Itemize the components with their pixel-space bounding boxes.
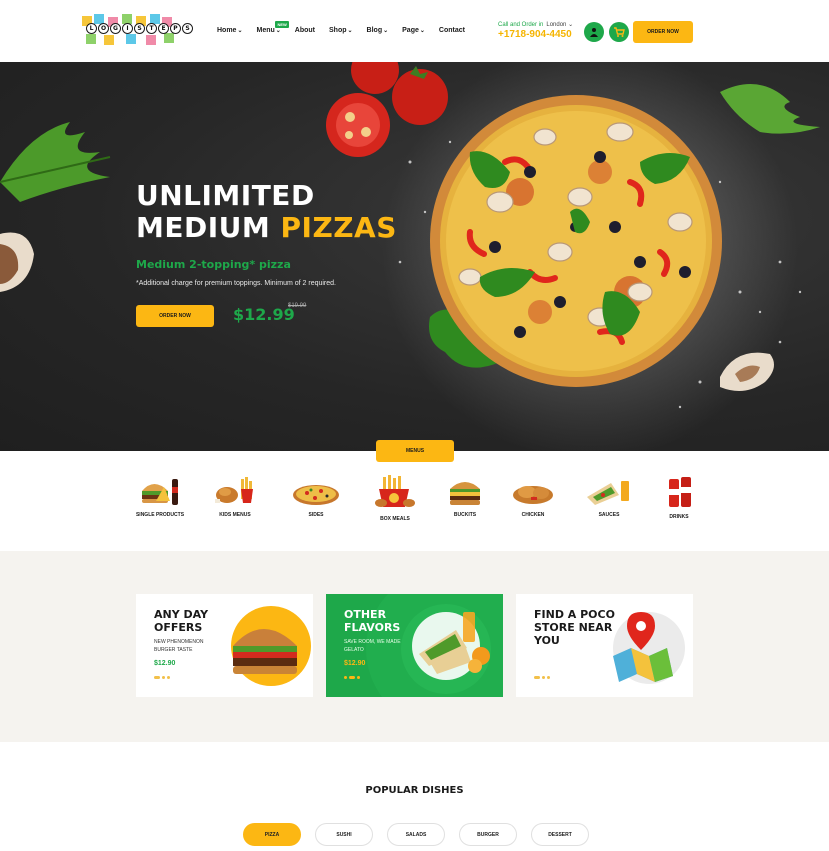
offer-price: $12.90 [154, 660, 176, 667]
pizza-image [430, 95, 722, 387]
tomato-icon [326, 62, 448, 157]
call-to-order: Call and Order in London ⌄ +1718-904-4450 [498, 21, 573, 40]
hero-subtitle: Medium 2-topping* pizza [136, 258, 291, 271]
carousel-dots[interactable] [344, 676, 360, 679]
logo[interactable]: L O G I S T E P S [80, 14, 193, 45]
nav-item-page[interactable]: Page⌄ [402, 27, 425, 34]
tab-sushi[interactable]: SUSHI [315, 823, 373, 846]
site-header: L O G I S T E P S Home⌄ Menu⌄ NEW About S… [0, 0, 829, 62]
pizza-icon [293, 485, 339, 505]
burger-combo-icon [142, 479, 178, 505]
hero-order-button[interactable]: ORDER NOW [136, 305, 214, 327]
main-nav: Home⌄ Menu⌄ NEW About Shop⌄ Blog⌄ Page⌄ C… [217, 21, 479, 34]
chevron-down-icon: ⌄ [383, 28, 389, 34]
map-pin-image [613, 612, 685, 684]
hero-old-price: $19.99 [288, 303, 307, 309]
nav-item-contact[interactable]: Contact [439, 27, 465, 34]
category-chicken[interactable]: CHICKEN [503, 475, 563, 518]
wrap-icon [587, 481, 629, 505]
burger-image [231, 606, 311, 686]
user-icon [590, 28, 598, 37]
fries-box-icon [375, 475, 415, 507]
order-now-button[interactable]: ORDER NOW [633, 21, 693, 43]
cart-button[interactable] [609, 22, 629, 42]
category-single-products[interactable]: SINGLE PRODUCTS [130, 475, 190, 518]
tab-pizza[interactable]: PIZZA [243, 823, 301, 846]
carousel-dots[interactable] [534, 676, 550, 679]
drink-can-icon [669, 477, 691, 507]
mushroom-icon [720, 352, 774, 391]
category-sides[interactable]: SIDES [286, 475, 346, 518]
popular-tabs: PIZZA SUSHI SALADS BURGER DESSERT [243, 823, 589, 846]
chevron-down-icon: ⌄ [568, 22, 574, 28]
account-button[interactable] [584, 22, 604, 42]
hero-banner: UNLIMITED MEDIUM PIZZAS Medium 2-topping… [0, 62, 829, 451]
offer-card-other-flavors[interactable]: OTHER FLAVORS SAVE ROOM, WE MADE GELATO … [326, 594, 503, 697]
mushroom-icon [0, 232, 34, 292]
chevron-down-icon: ⌄ [419, 28, 425, 34]
popular-dishes-heading: POPULAR DISHES [365, 785, 464, 796]
menu-categories: SINGLE PRODUCTS KIDS MENUS SIDES BOX MEA… [130, 475, 700, 535]
phone-number[interactable]: +1718-904-4450 [498, 29, 573, 40]
offer-desc: SAVE ROOM, WE MADE GELATO [344, 639, 401, 653]
nav-item-menu[interactable]: Menu⌄ NEW [256, 21, 289, 34]
fried-chicken-icon [215, 477, 253, 503]
nav-item-home[interactable]: Home⌄ [217, 27, 242, 34]
category-box-meals[interactable]: BOX MEALS [365, 475, 425, 522]
tab-salads[interactable]: SALADS [387, 823, 445, 846]
logo-wordmark: L O G I S T E P S [86, 23, 193, 34]
tab-dessert[interactable]: DESSERT [531, 823, 589, 846]
new-badge: NEW [275, 21, 289, 28]
category-buckits[interactable]: BUCKITS [435, 475, 495, 518]
city-selector[interactable]: London ⌄ [546, 22, 573, 28]
nav-item-blog[interactable]: Blog⌄ [367, 27, 389, 34]
category-kids-menus[interactable]: KIDS MENUS [205, 475, 265, 518]
tab-burger[interactable]: BURGER [459, 823, 517, 846]
call-label: Call and Order in [498, 22, 544, 28]
nav-item-shop[interactable]: Shop⌄ [329, 27, 353, 34]
arugula-leaf-icon [720, 84, 820, 134]
hero-title: UNLIMITED MEDIUM PIZZAS [136, 179, 397, 244]
arugula-leaf-icon [0, 122, 111, 202]
menus-tab[interactable]: MENUS [376, 440, 454, 462]
chevron-down-icon: ⌄ [275, 28, 281, 34]
chevron-down-icon: ⌄ [347, 28, 353, 34]
burger-icon [450, 482, 480, 505]
wraps-plate-image [412, 612, 490, 680]
hero-price: $12.99 [233, 305, 295, 324]
category-sauces[interactable]: SAUCES [579, 475, 639, 518]
category-drinks[interactable]: DRINKS [649, 475, 709, 520]
cart-icon [614, 27, 625, 37]
chevron-down-icon: ⌄ [237, 28, 243, 34]
offer-card-any-day[interactable]: ANY DAY OFFERS NEW PHENOMENON BURGER TAS… [136, 594, 313, 697]
offer-price: $12.90 [344, 660, 366, 667]
carousel-dots[interactable] [154, 676, 170, 679]
offer-card-find-store[interactable]: FIND A POCO STORE NEAR YOU [516, 594, 693, 697]
offer-desc: NEW PHENOMENON BURGER TASTE [154, 639, 204, 653]
hero-note: *Additional charge for premium toppings.… [136, 280, 336, 287]
chicken-icon [513, 486, 553, 504]
nav-item-about[interactable]: About [295, 27, 315, 34]
hero-illustration [0, 62, 820, 409]
